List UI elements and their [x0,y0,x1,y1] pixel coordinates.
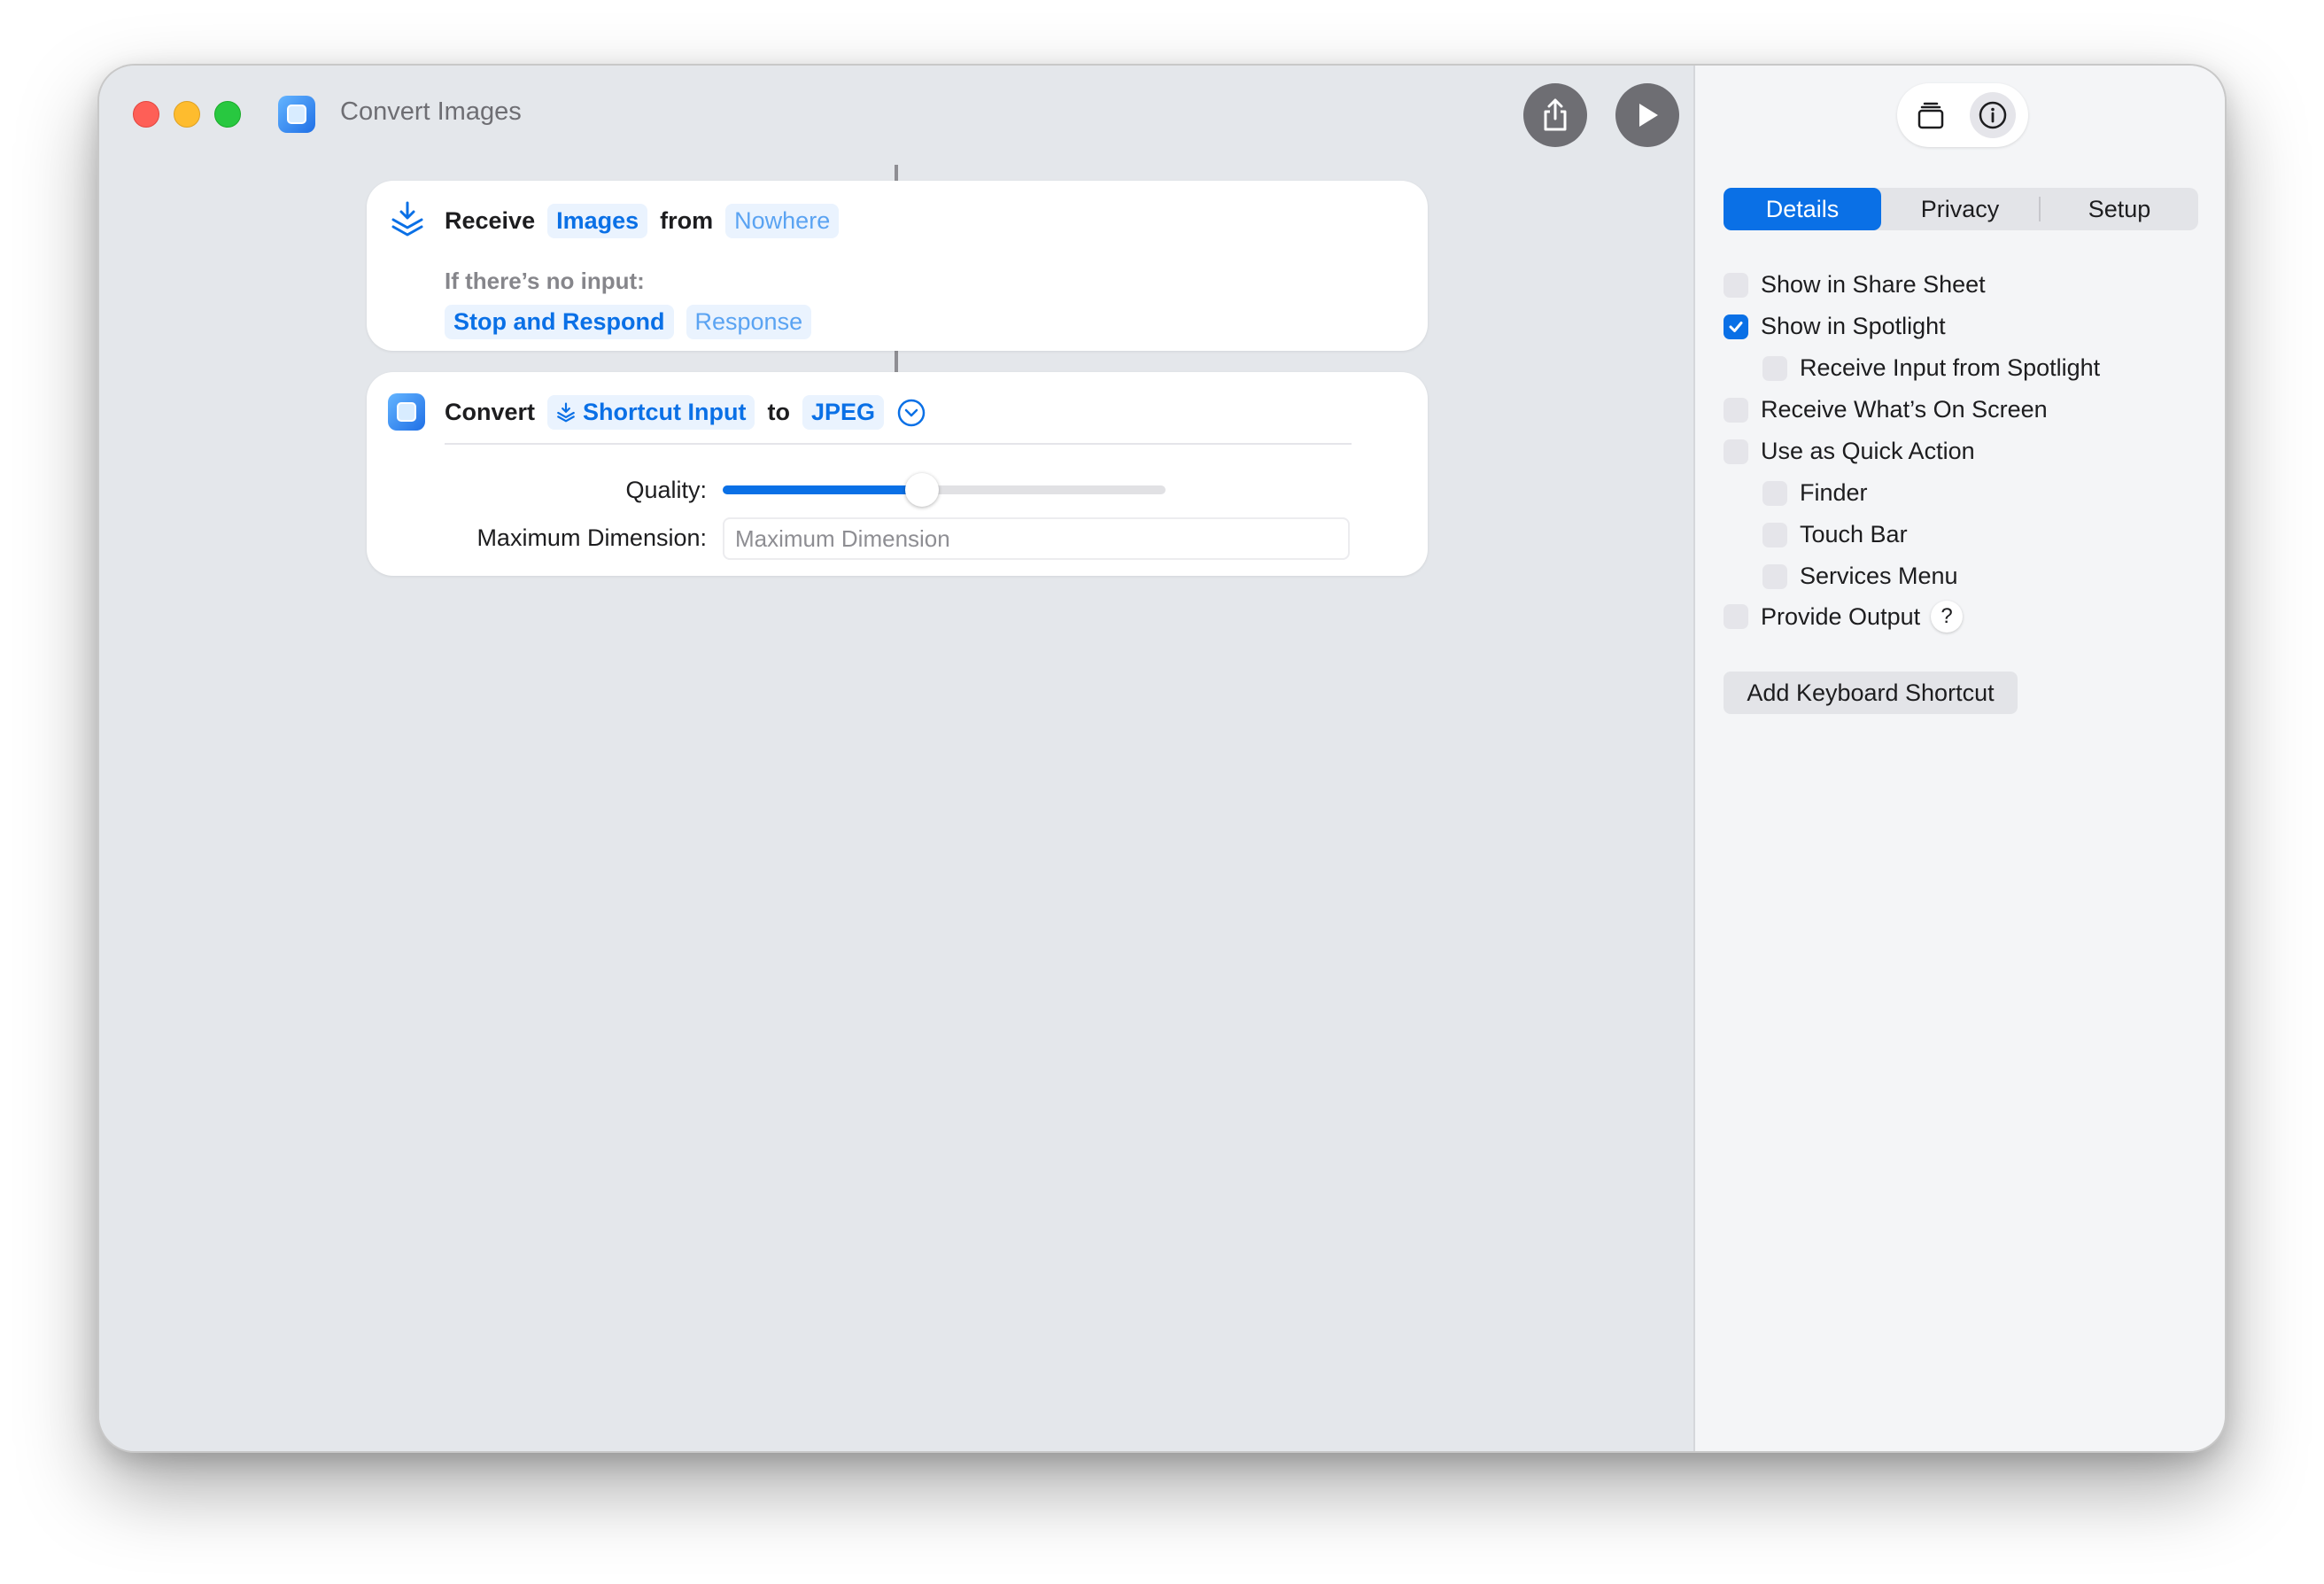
option-show-in-spotlight[interactable]: Show in Spotlight [1724,313,1946,340]
option-finder[interactable]: Finder [1762,479,1868,507]
editor-canvas: Convert Images Receive Images from Nowhe… [99,66,1693,1451]
no-input-behavior-token[interactable]: Stop and Respond [445,305,674,339]
parameter-divider [445,443,1352,445]
option-label: Touch Bar [1800,521,1908,547]
option-label: Use as Quick Action [1761,438,1975,464]
from-word: from [660,207,714,234]
receive-icon [391,201,423,237]
checkbox[interactable] [1762,480,1787,506]
library-button[interactable] [1908,92,1954,138]
variable-icon [557,402,575,422]
checkbox[interactable] [1762,522,1787,547]
max-dimension-label: Maximum Dimension: [476,524,707,551]
option-receive-input-from-spotlight[interactable]: Receive Input from Spotlight [1762,354,2100,382]
option-show-in-share-sheet[interactable]: Show in Share Sheet [1724,271,1986,299]
action-connector [895,351,898,372]
option-receive-whats-on-screen[interactable]: Receive What’s On Screen [1724,396,2048,423]
minimize-window-button[interactable] [174,101,200,128]
info-button[interactable] [1970,92,2016,138]
option-services-menu[interactable]: Services Menu [1762,563,1958,590]
option-label: Show in Spotlight [1761,313,1946,339]
option-use-as-quick-action[interactable]: Use as Quick Action [1724,438,1975,465]
details-tabs: Details Privacy Setup [1724,188,2198,230]
shortcut-input-token[interactable]: Shortcut Input [547,395,755,430]
tab-setup[interactable]: Setup [2041,188,2198,230]
share-button[interactable] [1523,83,1587,147]
share-icon [1544,98,1567,131]
quality-slider[interactable] [723,473,1166,507]
quality-slider-knob[interactable] [905,473,939,507]
tab-privacy[interactable]: Privacy [1881,188,2039,230]
checkbox[interactable] [1724,397,1748,423]
add-keyboard-shortcut-button[interactable]: Add Keyboard Shortcut [1724,672,2018,714]
checkmark-icon [1729,321,1743,332]
option-label: Receive What’s On Screen [1761,396,2048,423]
no-input-row: Stop and Respond Response [445,305,824,339]
to-word: to [767,399,790,425]
app-icon [278,96,315,133]
checkbox[interactable] [1724,439,1748,464]
sidebar-mode-toggle [1897,83,2028,147]
convert-verb: Convert [445,399,536,425]
info-icon [1979,101,2007,129]
run-button[interactable] [1615,83,1679,147]
option-provide-output[interactable]: Provide Output ? [1724,601,1964,633]
shortcut-input-label: Shortcut Input [583,399,747,425]
option-touch-bar[interactable]: Touch Bar [1762,521,1908,548]
input-type-token[interactable]: Images [547,204,648,238]
quality-slider-fill [723,485,922,494]
library-icon [1917,102,1944,129]
receive-action-card[interactable]: Receive Images from Nowhere If there’s n… [367,181,1428,351]
option-label: Finder [1800,479,1868,506]
option-label: Receive Input from Spotlight [1800,354,2101,381]
help-icon[interactable]: ? [1931,601,1964,633]
action-connector [895,165,898,181]
checkbox[interactable] [1762,563,1787,589]
checkbox[interactable] [1724,272,1748,298]
max-dimension-input[interactable] [723,517,1350,560]
option-label: Services Menu [1800,563,1958,589]
zoom-window-button[interactable] [214,101,241,128]
no-input-label: If there’s no input: [445,268,645,294]
option-label: Provide Output [1761,602,1921,630]
window-title: Convert Images [340,97,522,126]
tab-details[interactable]: Details [1724,188,1881,230]
receive-verb: Receive [445,207,536,234]
response-token[interactable]: Response [686,305,812,339]
checkbox[interactable] [1724,314,1748,339]
convert-parameter-row: Convert Shortcut Input to JPEG [445,395,926,430]
checkbox[interactable] [1724,604,1748,629]
play-icon [1639,104,1658,127]
input-source-token[interactable]: Nowhere [725,204,840,238]
close-window-button[interactable] [133,101,159,128]
shortcuts-window: Convert Images Receive Images from Nowhe… [99,66,2225,1451]
chevron-down-icon[interactable] [896,398,926,428]
format-token[interactable]: JPEG [802,395,885,430]
receive-parameter-row: Receive Images from Nowhere [445,204,851,238]
convert-action-card[interactable]: Convert Shortcut Input to JPEG Quality: [367,372,1428,576]
convert-icon [388,393,425,431]
checkbox[interactable] [1762,355,1787,381]
quality-label: Quality: [625,477,707,503]
details-sidebar: Details Privacy Setup Show in Share Shee… [1693,66,2225,1451]
option-label: Show in Share Sheet [1761,271,1986,298]
